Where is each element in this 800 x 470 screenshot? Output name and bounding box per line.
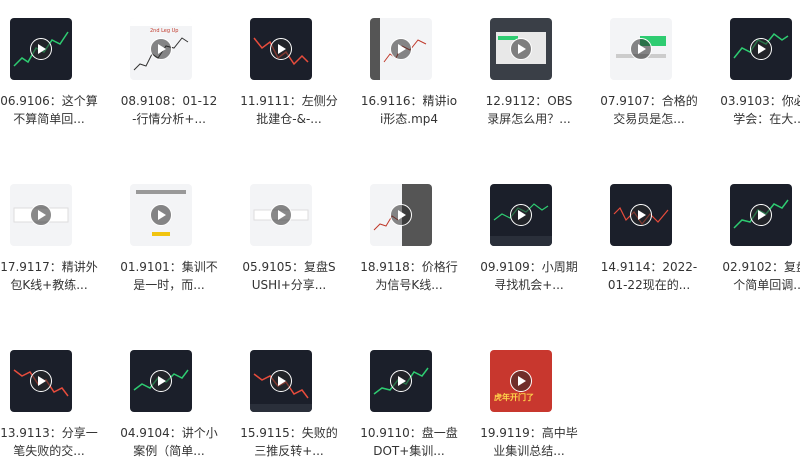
play-icon[interactable] [270,38,292,60]
file-name: 17.9117：精讲外包K线+教练... [0,260,98,292]
file-name: 16.9116：精讲ioi形态.mp4 [360,94,458,126]
video-thumbnail[interactable] [370,18,432,80]
play-icon[interactable] [510,38,532,60]
file-name: 09.9109：小周期寻找机会+... [480,260,578,292]
play-icon[interactable] [390,38,412,60]
video-thumbnail[interactable] [610,184,672,246]
play-icon[interactable] [510,370,532,392]
video-thumbnail[interactable]: 虎年开门了 [490,350,552,412]
file-name: 07.9107：合格的交易员是怎... [600,94,698,126]
file-name: 18.9118：价格行为信号K线... [360,260,458,292]
play-icon[interactable] [630,204,652,226]
video-thumbnail[interactable] [130,350,192,412]
play-icon[interactable] [30,370,52,392]
video-thumbnail[interactable]: 2nd Leg Up [130,18,192,80]
play-icon[interactable] [30,38,52,60]
thumbnail-text: 2nd Leg Up [150,28,178,34]
video-thumbnail[interactable] [730,184,792,246]
play-icon[interactable] [750,38,772,60]
video-thumbnail[interactable] [730,18,792,80]
play-icon[interactable] [30,204,52,226]
play-icon[interactable] [150,38,172,60]
video-thumbnail[interactable] [250,184,312,246]
thumbnail-text: 虎年开门了 [494,392,534,402]
file-name: 06.9106：这个算不算简单回... [0,94,98,126]
video-thumbnail[interactable] [370,350,432,412]
play-icon[interactable] [270,370,292,392]
file-name: 10.9110：盘一盘DOT+集训... [360,426,458,458]
video-thumbnail[interactable] [130,184,192,246]
video-thumbnail[interactable] [490,18,552,80]
file-name: 02.9102：复盘2个简单回调... [722,260,800,292]
play-icon[interactable] [630,38,652,60]
file-name: 04.9104：讲个小案例（简单... [120,426,218,458]
video-thumbnail[interactable] [250,18,312,80]
video-thumbnail[interactable] [10,350,72,412]
file-name: 05.9105：复盘SUSHI+分享... [242,260,336,292]
file-name: 01.9101：集训不是一时，而... [120,260,218,292]
file-name: 12.9112：OBS录屏怎么用？... [485,94,573,126]
play-icon[interactable] [510,204,532,226]
file-name: 19.9119：高中毕业集训总结... [480,426,578,458]
play-icon[interactable] [270,204,292,226]
play-icon[interactable] [390,204,412,226]
video-thumbnail[interactable] [490,184,552,246]
play-icon[interactable] [150,370,172,392]
file-name: 03.9103：你必须学会：在大... [720,94,800,126]
play-icon[interactable] [390,370,412,392]
play-icon[interactable] [750,204,772,226]
file-name: 11.9111：左侧分批建仓-&-... [240,94,338,126]
file-name: 15.9115：失败的三推反转+... [240,426,338,458]
video-thumbnail[interactable] [10,18,72,80]
file-name: 13.9113：分享一笔失败的交... [0,426,98,458]
video-thumbnail[interactable] [10,184,72,246]
file-name: 08.9108：01-12-行情分析+... [120,94,218,126]
video-thumbnail[interactable] [370,184,432,246]
video-thumbnail[interactable] [610,18,672,80]
file-name: 14.9114：2022-01-22现在的... [600,260,698,292]
play-icon[interactable] [150,204,172,226]
video-thumbnail[interactable] [250,350,312,412]
